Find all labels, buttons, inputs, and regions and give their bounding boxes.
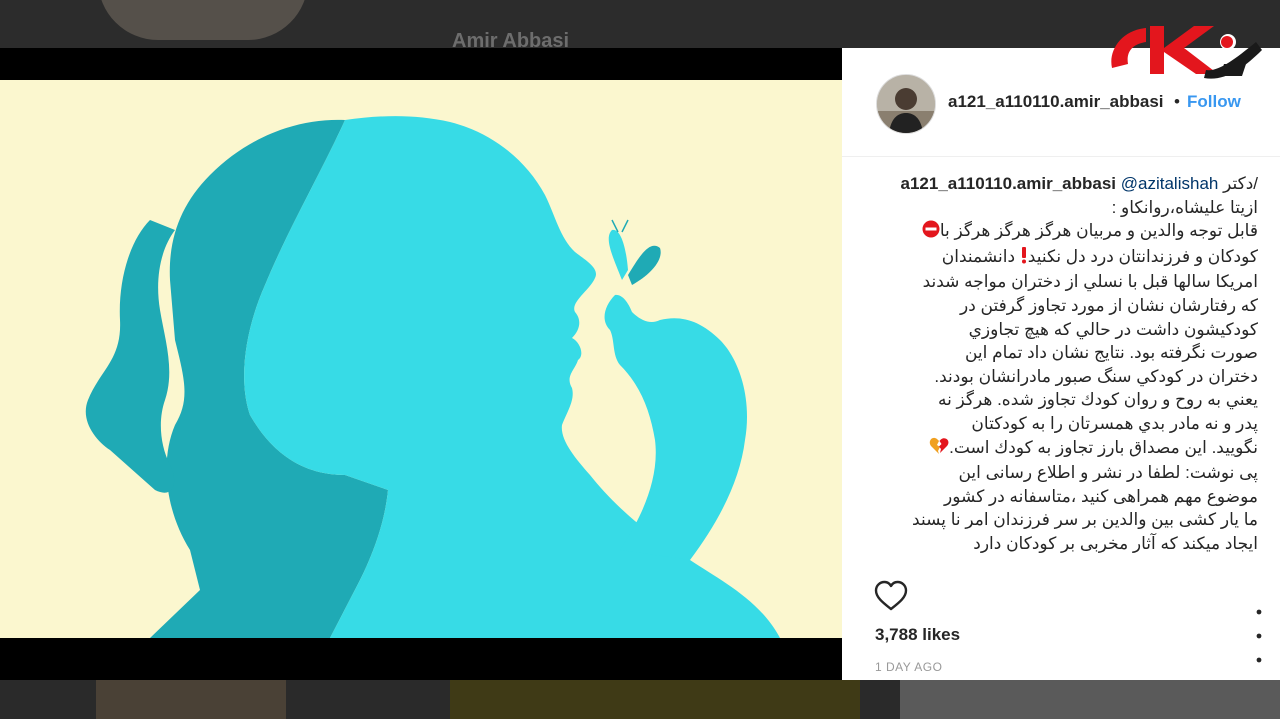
- caption-line: دختران در کودکي سنگ صبور مادرانشان بودند…: [934, 366, 1258, 386]
- background-thumbnail: [450, 680, 860, 719]
- user-avatar[interactable]: [876, 74, 936, 134]
- heart-outline-icon[interactable]: [874, 580, 908, 612]
- caption-username-link[interactable]: a121_a110110.amir_abbasi: [901, 174, 1117, 193]
- caption-line: که رفتارشان نشان از مورد تجاوز گرفتن در: [960, 295, 1258, 315]
- mention-link[interactable]: @azitalishah: [1121, 174, 1219, 193]
- caption-line: /دکتر @azitalishah a121_a110110.amir_abb…: [900, 174, 1259, 193]
- caption-line: کودکیشون داشت در حالي که هیچ تجاوزي: [968, 319, 1258, 339]
- no-entry-emoji: [922, 220, 940, 245]
- caption-line: یعني به روح و روان کودك تجاوز شده. هرگز …: [937, 390, 1258, 410]
- likes-count[interactable]: 3,788 likes: [875, 625, 960, 645]
- caption-line: قابل توجه والدین و مربیان هرگز هرگز هرگز…: [870, 219, 1258, 245]
- caption-line: ایجاد میکند که آثار مخربی بر کودکان دارد: [973, 533, 1258, 553]
- caption-line: نگویید. این مصداق بارز تجاوز به کودك است…: [870, 436, 1258, 462]
- post-illustration: [0, 80, 842, 638]
- more-vertical-icon[interactable]: [1252, 606, 1266, 666]
- background-thumbnail: [900, 680, 1280, 719]
- header-separator: •: [1174, 92, 1180, 111]
- background-thumbnail: [96, 680, 286, 719]
- post-caption: /دکتر @azitalishah a121_a110110.amir_abb…: [870, 172, 1259, 572]
- caption-line: پی نوشت: لطفا در نشر و اطلاع رسانی این: [958, 463, 1258, 483]
- caption-line: موضوع مهم همراهی کنید ،متاسفانه در کشور: [944, 486, 1258, 506]
- post-username-link[interactable]: a121_a110110.amir_abbasi: [948, 92, 1164, 112]
- post-timestamp[interactable]: 1 DAY AGO: [875, 660, 942, 674]
- caption-line: امریکا سالها قبل با نسلي از دختران مواجه…: [922, 272, 1258, 292]
- caption-line: ما یار کشی بین والدین بر سر فرزندان امر …: [912, 510, 1258, 530]
- caption-line: ازیتا علیشاه،روانکاو :: [1111, 197, 1258, 217]
- caption-line: صورت نگرفته بود. نتایج نشان داد تمام این: [964, 343, 1258, 363]
- site-logo: [1106, 20, 1266, 82]
- red-exclamation-emoji: [1020, 246, 1028, 271]
- follow-button[interactable]: Follow: [1187, 92, 1241, 112]
- post-media[interactable]: [0, 48, 842, 680]
- caption-line: پدر و نه مادر بدي همسرتان را به کودکتان: [971, 413, 1258, 433]
- post-side-panel: a121_a110110.amir_abbasi • Follow /دکتر …: [842, 48, 1280, 680]
- caption-line: کودکان و فرزندانتان درد دل نکنید دانشمند…: [870, 245, 1258, 271]
- broken-heart-emoji: [929, 437, 949, 462]
